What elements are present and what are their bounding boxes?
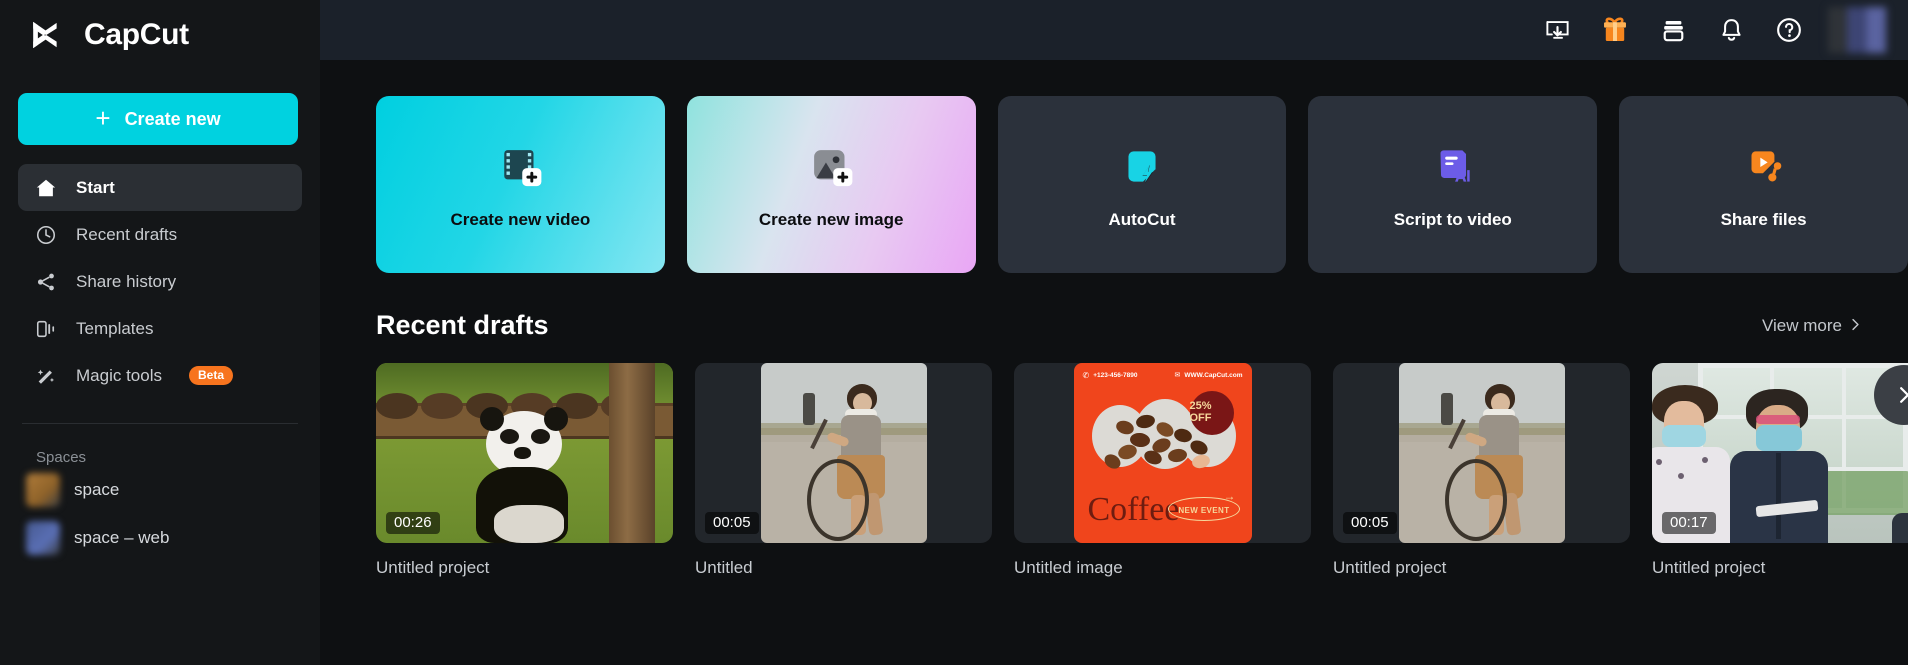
sidebar-divider [22, 423, 298, 424]
page-title: Recent drafts [376, 310, 549, 340]
sidebar-item-share-history[interactable]: Share history [18, 258, 302, 305]
poster-phone: +123-456-7890 [1093, 372, 1138, 379]
thumb-media-girl-hoop [760, 363, 927, 543]
clock-icon [34, 223, 58, 247]
poster-website: WWW.CapCut.com [1184, 371, 1243, 379]
draft-item[interactable]: 00:05 Untitled project [1333, 363, 1630, 578]
draft-item[interactable]: 00:17 Untitled project [1652, 363, 1908, 578]
draft-thumbnail[interactable]: 00:26 [376, 363, 673, 543]
drafts-header: Recent drafts View more [320, 273, 1908, 341]
card-label: Create new video [450, 209, 591, 229]
templates-icon [34, 317, 58, 341]
sidebar: CapCut + Create new Start Recent drafts [0, 0, 320, 665]
home-icon [34, 176, 58, 200]
poster-discount: 25% OFF [1189, 400, 1212, 424]
topbar [320, 0, 1908, 60]
sidebar-item-magic-tools[interactable]: Magic tools Beta [18, 352, 302, 399]
action-cards: Create new video Create new image AutoCu… [320, 60, 1908, 273]
share-files-card[interactable]: Share files [1619, 96, 1908, 273]
beta-badge: Beta [188, 366, 233, 385]
card-label: Share files [1720, 209, 1807, 229]
autocut-card[interactable]: AutoCut [997, 96, 1287, 273]
view-more-button[interactable]: View more [1762, 316, 1862, 336]
capcut-logo-icon [33, 21, 57, 49]
gift-icon[interactable] [1586, 0, 1644, 60]
script-ai-icon [1426, 140, 1480, 194]
draft-item[interactable]: 00:26 Untitled project [376, 363, 673, 578]
view-more-label: View more [1762, 315, 1842, 335]
brand-name: CapCut [84, 18, 189, 51]
poster-tag: NEW EVENT [1178, 506, 1230, 515]
card-label: AutoCut [1108, 209, 1176, 229]
chevron-right-icon [1895, 380, 1908, 411]
phone-icon: ✆ [1082, 371, 1090, 380]
sidebar-item-templates[interactable]: Templates [18, 305, 302, 352]
create-new-image-card[interactable]: Create new image [686, 96, 976, 273]
script-to-video-card[interactable]: Script to video [1308, 96, 1598, 273]
draft-title: Untitled image [1014, 558, 1123, 577]
create-new-button[interactable]: + Create new [18, 93, 298, 145]
archive-box-icon[interactable] [1644, 0, 1702, 60]
card-label: Script to video [1393, 209, 1512, 229]
poster-title: Coffee [1087, 491, 1180, 528]
draft-thumbnail[interactable]: 00:17 [1652, 363, 1908, 543]
main-content: Create new video Create new image AutoCu… [320, 0, 1908, 665]
help-circle-icon[interactable] [1760, 0, 1818, 60]
chevron-right-icon [1849, 316, 1862, 336]
sidebar-item-recent-drafts[interactable]: Recent drafts [18, 211, 302, 258]
plus-icon: + [95, 103, 111, 133]
space-avatar [26, 521, 60, 555]
space-item-1[interactable]: space – web [0, 514, 320, 562]
magic-wand-icon [34, 364, 58, 388]
draft-title: Untitled [695, 558, 753, 577]
share-icon [34, 270, 58, 294]
avatar[interactable] [1828, 7, 1886, 53]
sidebar-item-label: Share history [76, 271, 177, 291]
sidebar-item-label: Templates [76, 318, 154, 338]
draft-title: Untitled project [1333, 558, 1447, 577]
mail-icon: ✉ [1174, 372, 1181, 379]
space-label: space – web [74, 528, 170, 547]
space-avatar [26, 473, 60, 507]
image-plus-icon [804, 140, 858, 194]
sidebar-item-label: Start [76, 177, 115, 197]
sidebar-nav: Start Recent drafts Share history Templa… [0, 164, 320, 399]
card-label: Create new image [758, 209, 904, 229]
create-new-video-card[interactable]: Create new video [376, 96, 665, 273]
autocut-icon [1115, 140, 1169, 194]
sidebar-item-label: Recent drafts [76, 224, 178, 244]
share-files-icon [1737, 140, 1791, 194]
draft-title: Untitled project [376, 558, 490, 577]
bell-icon[interactable] [1702, 0, 1760, 60]
draft-duration: 00:17 [1662, 512, 1716, 534]
thumb-media-girl-hoop [1398, 363, 1565, 543]
space-label: space [74, 480, 120, 499]
draft-thumbnail[interactable]: 00:05 [695, 363, 992, 543]
create-new-label: Create new [124, 108, 221, 129]
capcut-app: CapCut + Create new Start Recent drafts [0, 0, 1908, 665]
thumb-media-coffee-poster: ✆ +123-456-7890 ✉ WWW.CapCut.com 25% OFF… [1073, 363, 1252, 543]
draft-title: Untitled project [1652, 558, 1766, 577]
sidebar-item-label: Magic tools [76, 365, 162, 385]
draft-duration: 00:05 [1343, 512, 1397, 534]
film-plus-icon [493, 140, 547, 194]
sidebar-item-start[interactable]: Start [18, 164, 302, 211]
spaces-heading: Spaces [36, 449, 87, 466]
draft-item[interactable]: ✆ +123-456-7890 ✉ WWW.CapCut.com 25% OFF… [1014, 363, 1311, 578]
draft-duration: 00:05 [705, 512, 759, 534]
space-item-0[interactable]: space [0, 466, 320, 514]
draft-thumbnail[interactable]: ✆ +123-456-7890 ✉ WWW.CapCut.com 25% OFF… [1014, 363, 1311, 543]
draft-item[interactable]: 00:05 Untitled [695, 363, 992, 578]
download-desktop-icon[interactable] [1528, 0, 1586, 60]
draft-duration: 00:26 [386, 512, 440, 534]
drafts-list: 00:26 Untitled project 00:05 Untitled ✆ … [320, 341, 1908, 578]
brand[interactable]: CapCut [0, 0, 320, 70]
draft-thumbnail[interactable]: 00:05 [1333, 363, 1630, 543]
